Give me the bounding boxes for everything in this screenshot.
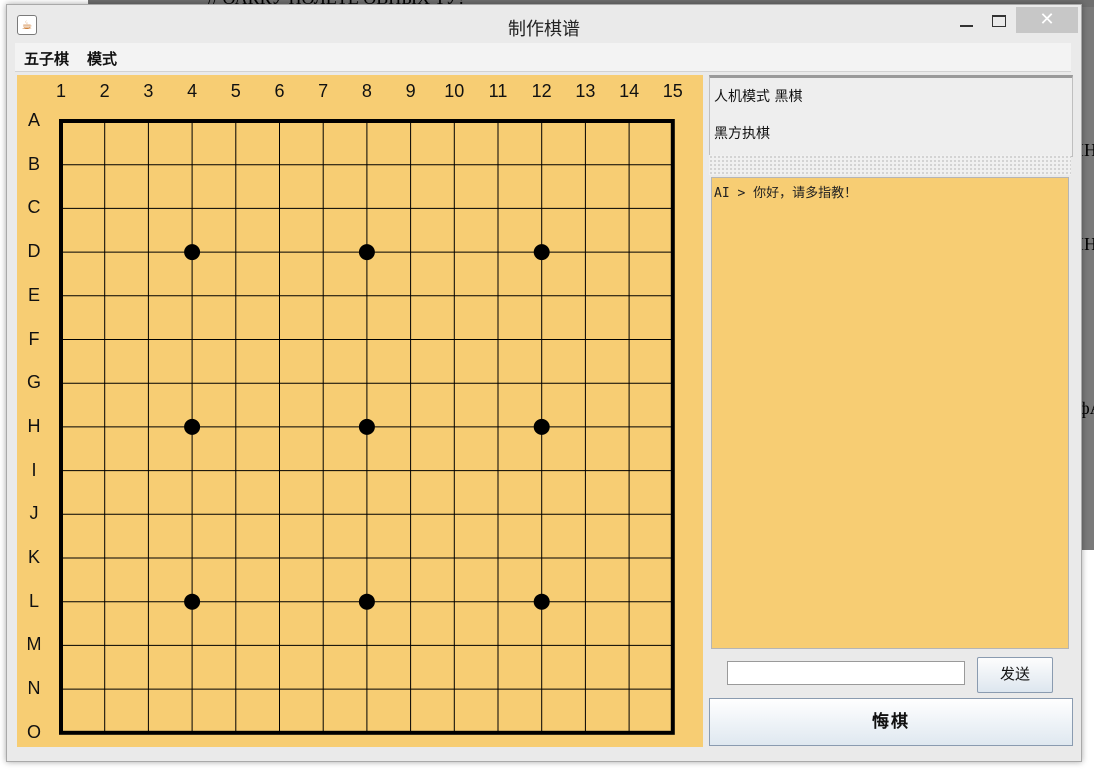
star-point xyxy=(533,418,550,435)
column-label: 6 xyxy=(274,81,285,101)
column-label: 2 xyxy=(99,81,110,101)
row-label: J xyxy=(29,503,39,524)
star-point xyxy=(184,244,201,261)
title-bar[interactable]: ☕ 制作棋谱 ✕ xyxy=(7,5,1081,43)
split-pane-divider[interactable] xyxy=(709,155,1071,175)
maximize-icon xyxy=(992,15,1006,27)
maximize-button[interactable] xyxy=(985,9,1013,33)
close-button[interactable]: ✕ xyxy=(1016,7,1078,33)
column-label: 8 xyxy=(361,81,372,101)
chat-input[interactable] xyxy=(727,661,965,685)
minimize-icon xyxy=(959,25,973,27)
row-label: N xyxy=(27,678,41,699)
column-label: 5 xyxy=(230,81,241,101)
undo-button[interactable]: 悔棋 xyxy=(709,698,1073,746)
board-grid[interactable] xyxy=(17,75,703,747)
row-label: A xyxy=(27,110,40,130)
chat-message: AI > 你好，请多指教！ xyxy=(714,186,858,201)
row-label: D xyxy=(27,241,41,262)
minimize-button[interactable] xyxy=(952,9,980,33)
row-label: F xyxy=(28,328,40,349)
column-label: 15 xyxy=(662,81,683,101)
star-point xyxy=(358,593,375,610)
row-label: C xyxy=(27,197,41,218)
column-label: 12 xyxy=(531,81,552,101)
status-panel: 人机模式 黑棋 黑方执棋 xyxy=(709,75,1073,157)
row-label: I xyxy=(31,459,37,480)
star-point xyxy=(184,593,201,610)
column-label: 10 xyxy=(444,81,465,101)
column-label: 7 xyxy=(318,81,329,101)
column-label: 3 xyxy=(143,81,154,101)
star-point xyxy=(533,244,550,261)
row-label: G xyxy=(26,372,41,393)
row-label: K xyxy=(27,547,40,567)
row-label: B xyxy=(27,153,40,174)
column-label: 11 xyxy=(488,81,508,101)
row-label: O xyxy=(26,721,41,742)
star-point xyxy=(358,418,375,435)
chat-log[interactable]: AI > 你好，请多指教！ xyxy=(711,177,1069,649)
row-label: E xyxy=(27,284,40,305)
row-label: H xyxy=(27,415,41,436)
star-point xyxy=(533,593,550,610)
gomoku-board[interactable]: 1 2 3 4 5 6 7 8 9 10 11 12 13 14 15 A B C D E F G H I J K L M N O xyxy=(17,75,703,747)
turn-status: 黑方执棋 xyxy=(714,126,770,142)
column-label: 14 xyxy=(619,81,640,101)
menu-item-gomoku[interactable]: 五子棋 xyxy=(24,48,69,69)
background-window-edge xyxy=(1081,7,1094,550)
row-label: M xyxy=(26,634,42,655)
menu-item-mode[interactable]: 模式 xyxy=(87,48,117,69)
column-label: 13 xyxy=(575,81,596,101)
main-window: ☕ 制作棋谱 ✕ 五子棋 模式 1 2 3 4 5 6 7 8 9 10 11 12 13 14 15 A B C… xyxy=(6,4,1082,762)
row-label: L xyxy=(28,590,39,611)
column-label: 9 xyxy=(405,81,416,101)
star-point xyxy=(358,244,375,261)
window-title: 制作棋谱 xyxy=(508,19,580,40)
menu-bar: 五子棋 模式 xyxy=(15,43,1071,72)
column-label: 1 xyxy=(55,81,66,101)
mode-status: 人机模式 黑棋 xyxy=(714,89,803,105)
send-button[interactable]: 发送 xyxy=(977,657,1053,693)
star-point xyxy=(184,418,201,435)
column-label: 4 xyxy=(187,81,198,101)
close-icon: ✕ xyxy=(1039,9,1055,30)
